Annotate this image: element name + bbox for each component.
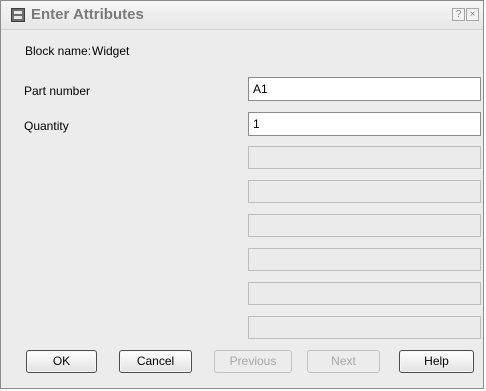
empty-attribute-field — [248, 146, 481, 169]
next-button: Next — [307, 350, 380, 373]
app-icon — [11, 8, 25, 22]
block-name-label: Block name: — [25, 44, 92, 58]
dialog-title: Enter Attributes — [31, 6, 144, 23]
close-icon[interactable]: × — [466, 8, 479, 21]
ok-button[interactable]: OK — [26, 350, 97, 373]
quantity-input[interactable] — [248, 112, 481, 136]
empty-attribute-field — [248, 248, 481, 271]
empty-attribute-field — [248, 180, 481, 203]
empty-attribute-field — [248, 316, 481, 339]
help-button[interactable]: Help — [399, 350, 474, 373]
enter-attributes-dialog: Enter Attributes ? × Block name: Widget … — [0, 0, 484, 389]
help-icon[interactable]: ? — [452, 8, 465, 21]
part-number-label: Part number — [24, 84, 91, 98]
previous-button: Previous — [214, 350, 292, 373]
empty-attribute-field — [248, 282, 481, 305]
empty-attribute-field — [248, 214, 481, 237]
cancel-button[interactable]: Cancel — [119, 350, 192, 373]
title-bar: Enter Attributes ? × — [1, 1, 483, 30]
block-name-value: Widget — [92, 44, 130, 58]
part-number-input[interactable] — [248, 77, 481, 101]
quantity-label: Quantity — [24, 119, 69, 133]
